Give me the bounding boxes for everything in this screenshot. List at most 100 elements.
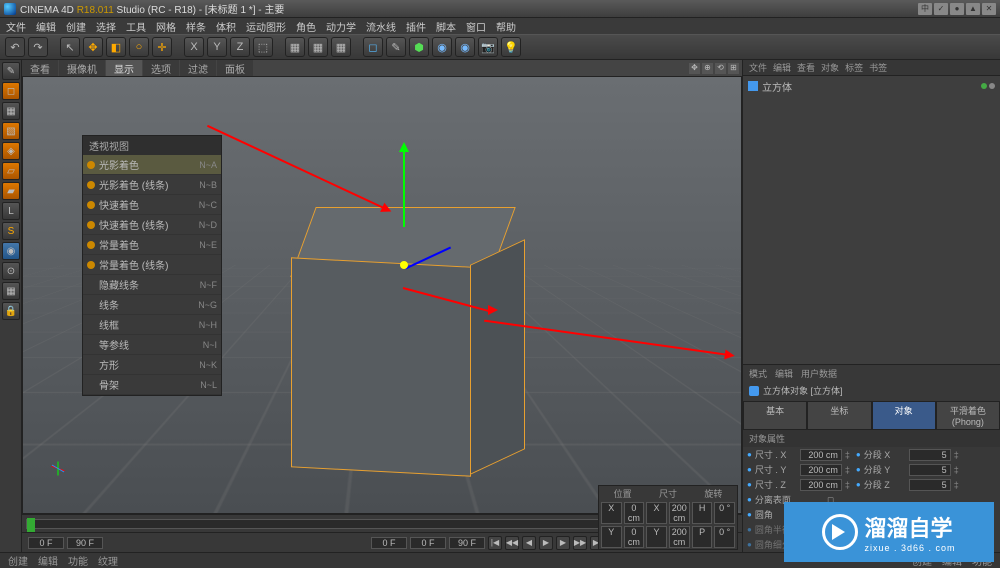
vp-tab-panel[interactable]: 面板 <box>217 60 253 76</box>
seg-x-input[interactable]: 5 <box>909 449 951 461</box>
menu-item-quick-lines[interactable]: 快速着色 (线条)N~D <box>83 215 221 235</box>
attr-tab[interactable]: 模式 <box>749 367 767 380</box>
rp-tab[interactable]: 书签 <box>869 61 887 74</box>
next-key[interactable]: ▶▶ <box>573 536 587 550</box>
menu-mograph[interactable]: 运动图形 <box>246 19 286 34</box>
attr-tab-object[interactable]: 对象 <box>872 401 936 430</box>
menu-spline[interactable]: 样条 <box>186 19 206 34</box>
rp-tab[interactable]: 文件 <box>749 61 767 74</box>
coord-system[interactable]: ⬚ <box>253 37 273 57</box>
menu-file[interactable]: 文件 <box>6 19 26 34</box>
spline-tool[interactable]: ✎ <box>386 37 406 57</box>
rp-tab[interactable]: 查看 <box>797 61 815 74</box>
seg-z-input[interactable]: 5 <box>909 479 951 491</box>
menu-item-gouraud-lines[interactable]: 光影着色 (线条)N~B <box>83 175 221 195</box>
hierarchy-item-cube[interactable]: 立方体 <box>745 78 998 95</box>
workplane[interactable]: ◉ <box>2 242 20 260</box>
scale-tool[interactable]: ◧ <box>106 37 126 57</box>
rotate-tool[interactable]: ○ <box>129 37 149 57</box>
vp-tab-camera[interactable]: 摄像机 <box>59 60 105 76</box>
bottom-tab[interactable]: 功能 <box>68 553 88 568</box>
menu-item-wireframe[interactable]: 线框N~H <box>83 315 221 335</box>
menu-create[interactable]: 创建 <box>66 19 86 34</box>
vp-rotate-icon[interactable]: ⟲ <box>715 63 726 74</box>
light-tool[interactable]: 💡 <box>501 37 521 57</box>
menu-item-hidden-line[interactable]: 隐藏线条N~F <box>83 275 221 295</box>
frame-end2[interactable]: 90 F <box>449 537 485 549</box>
prev-frame[interactable]: ◀ <box>522 536 536 550</box>
bottom-tab[interactable]: 纹理 <box>98 553 118 568</box>
last-tool[interactable]: ✛ <box>152 37 172 57</box>
frame-start[interactable]: 0 F <box>28 537 64 549</box>
vp-tab-view[interactable]: 查看 <box>22 60 58 76</box>
attr-tab[interactable]: 编辑 <box>775 367 793 380</box>
menu-item-skeleton[interactable]: 骨架N~L <box>83 375 221 395</box>
menu-window[interactable]: 窗口 <box>466 19 486 34</box>
menu-mesh[interactable]: 网格 <box>156 19 176 34</box>
texture-mode[interactable]: ▦ <box>2 102 20 120</box>
snap-toggle[interactable]: S <box>2 222 20 240</box>
menu-item-constant[interactable]: 常量着色N~E <box>83 235 221 255</box>
rp-tab[interactable]: 对象 <box>821 61 839 74</box>
play-button[interactable]: ▶ <box>539 536 553 550</box>
axis-y[interactable]: Y <box>207 37 227 57</box>
vp-tab-options[interactable]: 选项 <box>143 60 179 76</box>
menu-edit[interactable]: 编辑 <box>36 19 56 34</box>
point-mode[interactable]: ◈ <box>2 142 20 160</box>
undo-button[interactable]: ↶ <box>5 37 25 57</box>
generator[interactable]: ⬢ <box>409 37 429 57</box>
model-mode[interactable]: ◻ <box>2 82 20 100</box>
lock-icon[interactable]: 🔒 <box>2 302 20 320</box>
attr-tab-basic[interactable]: 基本 <box>743 401 807 430</box>
object-mode[interactable]: ▧ <box>2 122 20 140</box>
menu-item-box[interactable]: 方形N~K <box>83 355 221 375</box>
next-frame[interactable]: ▶ <box>556 536 570 550</box>
object-manager[interactable]: 立方体 <box>743 75 1000 364</box>
axis-x[interactable]: X <box>184 37 204 57</box>
attr-tab-phong[interactable]: 平滑着色(Phong) <box>936 401 1000 430</box>
vp-max-icon[interactable]: ⊞ <box>728 63 739 74</box>
timeline-marker[interactable] <box>27 518 35 532</box>
frame-end[interactable]: 90 F <box>67 537 103 549</box>
bottom-tab[interactable]: 编辑 <box>38 553 58 568</box>
cube-primitive[interactable]: ◻ <box>363 37 383 57</box>
size-z-input[interactable]: 200 cm <box>800 479 842 491</box>
render-view[interactable]: ▦ <box>285 37 305 57</box>
vp-nav-icon[interactable]: ✥ <box>689 63 700 74</box>
coord-cell[interactable]: X <box>601 502 622 524</box>
menu-item-gouraud[interactable]: 光影着色N~A <box>83 155 221 175</box>
frame-current[interactable]: 0 F <box>410 537 446 549</box>
make-editable[interactable]: ✎ <box>2 62 20 80</box>
viewport-solo[interactable]: ⊙ <box>2 262 20 280</box>
prev-key[interactable]: ◀◀ <box>505 536 519 550</box>
rp-tab[interactable]: 编辑 <box>773 61 791 74</box>
ime-indicator[interactable]: 中 <box>918 3 932 15</box>
menu-help[interactable]: 帮助 <box>496 19 516 34</box>
menu-item-quick[interactable]: 快速着色N~C <box>83 195 221 215</box>
move-tool[interactable]: ✥ <box>83 37 103 57</box>
menu-plugins[interactable]: 插件 <box>406 19 426 34</box>
menu-dynamics[interactable]: 动力学 <box>326 19 356 34</box>
menu-item-lines[interactable]: 线条N~G <box>83 295 221 315</box>
bottom-tab[interactable]: 创建 <box>8 553 28 568</box>
size-x-input[interactable]: 200 cm <box>800 449 842 461</box>
goto-start[interactable]: |◀ <box>488 536 502 550</box>
frame-start2[interactable]: 0 F <box>371 537 407 549</box>
menu-tools[interactable]: 工具 <box>126 19 146 34</box>
redo-button[interactable]: ↷ <box>28 37 48 57</box>
attr-tab[interactable]: 用户数据 <box>801 367 837 380</box>
vp-zoom-icon[interactable]: ⊕ <box>702 63 713 74</box>
camera-tool[interactable]: 📷 <box>478 37 498 57</box>
menu-script[interactable]: 脚本 <box>436 19 456 34</box>
rp-tab[interactable]: 标签 <box>845 61 863 74</box>
axis-mode[interactable]: L <box>2 202 20 220</box>
environment[interactable]: ◉ <box>455 37 475 57</box>
attr-tab-coord[interactable]: 坐标 <box>807 401 871 430</box>
deformer[interactable]: ◉ <box>432 37 452 57</box>
snap-settings[interactable]: ▦ <box>2 282 20 300</box>
menu-character[interactable]: 角色 <box>296 19 316 34</box>
edge-mode[interactable]: ▱ <box>2 162 20 180</box>
axis-z[interactable]: Z <box>230 37 250 57</box>
vp-tab-filter[interactable]: 过滤 <box>180 60 216 76</box>
size-y-input[interactable]: 200 cm <box>800 464 842 476</box>
